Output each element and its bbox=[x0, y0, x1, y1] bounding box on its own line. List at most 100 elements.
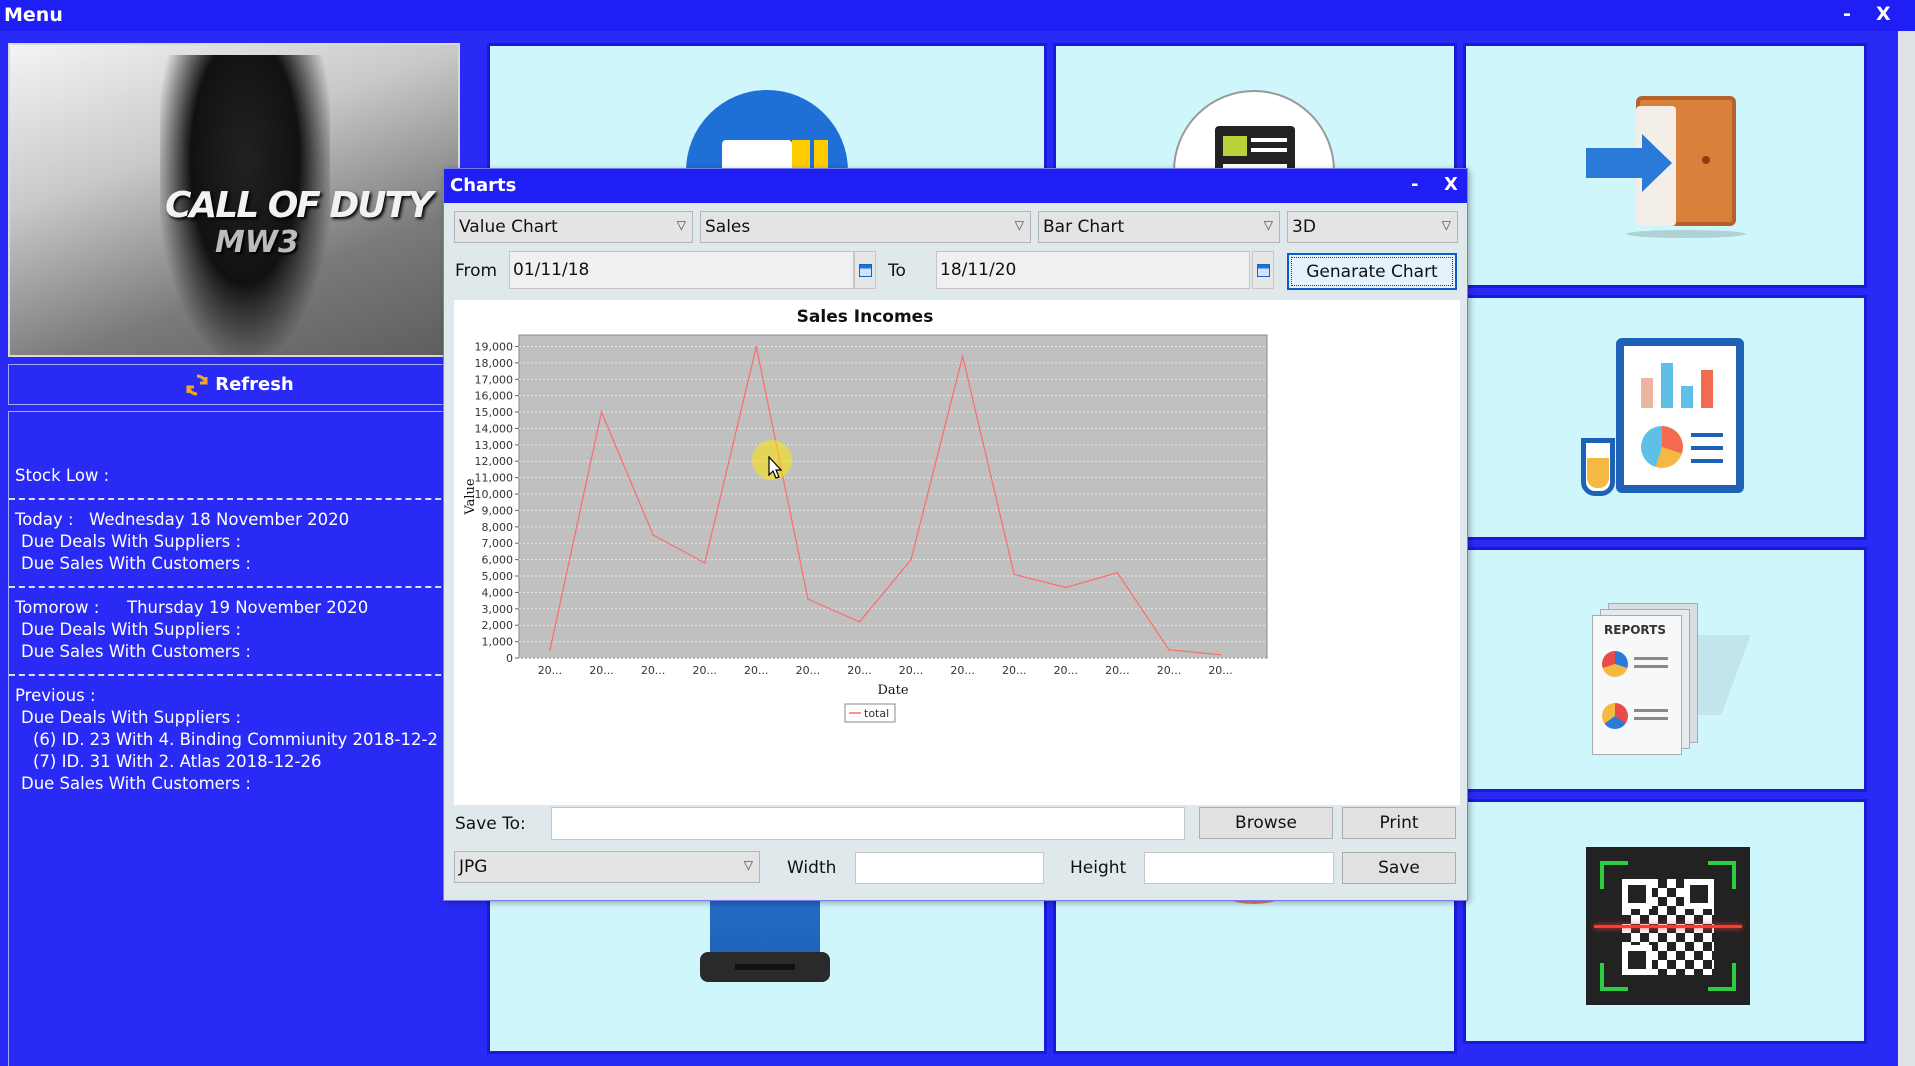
height-field[interactable] bbox=[1144, 852, 1334, 884]
reports-pages-icon: REPORTS bbox=[1586, 595, 1756, 755]
previous-label: Previous : bbox=[15, 686, 96, 705]
stock-low-label: Stock Low : bbox=[15, 466, 110, 485]
list-item: (7) ID. 31 With 2. Atlas 2018-12-26 bbox=[33, 752, 322, 771]
divider bbox=[9, 674, 461, 676]
width-label: Width bbox=[787, 858, 837, 878]
refresh-button[interactable]: Refresh bbox=[8, 364, 470, 405]
tomorrow-date: Thursday 19 November 2020 bbox=[127, 598, 369, 617]
chart-kind-value: Value Chart bbox=[459, 217, 558, 237]
tile-statistics[interactable] bbox=[1463, 295, 1867, 540]
cover-logo: CALL OF DUTY bbox=[165, 185, 433, 226]
save-to-label: Save To: bbox=[455, 814, 526, 834]
chart-type-select[interactable]: Bar Chart ▽ bbox=[1038, 211, 1280, 243]
calendar-icon bbox=[1257, 264, 1270, 277]
x-tick-label: 20... bbox=[950, 664, 975, 677]
refresh-label: Refresh bbox=[215, 374, 294, 395]
qr-code-icon bbox=[1586, 847, 1750, 1005]
y-tick-label: 7,000 bbox=[482, 537, 514, 550]
data-point bbox=[755, 345, 758, 348]
today-date: Wednesday 18 November 2020 bbox=[89, 510, 350, 529]
format-select[interactable]: JPG ▽ bbox=[454, 851, 760, 883]
x-tick-label: 20... bbox=[589, 664, 614, 677]
tile-reports[interactable]: REPORTS bbox=[1463, 547, 1867, 792]
dialog-minimize-button[interactable]: - bbox=[1411, 174, 1418, 195]
y-tick-label: 8,000 bbox=[482, 521, 514, 534]
data-point bbox=[858, 621, 861, 623]
dialog-title: Charts bbox=[450, 175, 517, 196]
x-tick-label: 20... bbox=[1002, 664, 1026, 677]
y-axis-label: Value bbox=[463, 478, 478, 515]
x-tick-label: 20... bbox=[692, 664, 717, 677]
chevron-down-icon: ▽ bbox=[676, 218, 686, 232]
to-date-field[interactable]: 18/11/20 bbox=[936, 251, 1250, 289]
window-title: Menu bbox=[4, 4, 63, 26]
x-tick-label: 20... bbox=[847, 664, 872, 677]
subject-value: Sales bbox=[705, 217, 751, 237]
chevron-down-icon: ▽ bbox=[1263, 218, 1273, 232]
y-tick-label: 1,000 bbox=[482, 636, 514, 649]
previous-due-suppliers: Due Deals With Suppliers : bbox=[21, 708, 242, 727]
mouse-pointer-icon bbox=[768, 456, 783, 479]
plot-area bbox=[518, 334, 1268, 659]
x-tick-label: 20... bbox=[1208, 664, 1233, 677]
dimension-select[interactable]: 3D ▽ bbox=[1287, 211, 1458, 243]
save-button[interactable]: Save bbox=[1342, 852, 1456, 884]
sales-chart: Sales Incomes 0 1,000 2,000 3,000 4,000 5,000 6… bbox=[463, 307, 1268, 723]
y-tick-label: 13,000 bbox=[475, 439, 514, 452]
vertical-scrollbar[interactable] bbox=[1898, 31, 1915, 1066]
print-label: Print bbox=[1379, 813, 1419, 833]
y-tick-label: 2,000 bbox=[482, 619, 514, 632]
close-button[interactable]: X bbox=[1876, 3, 1891, 25]
subject-select[interactable]: Sales ▽ bbox=[700, 211, 1031, 243]
chevron-down-icon: ▽ bbox=[1441, 218, 1451, 232]
x-tick-label: 20... bbox=[1105, 664, 1130, 677]
data-point bbox=[652, 534, 654, 536]
left-panel: CALL OF DUTY MW3 Refresh Stock Low : Tod… bbox=[0, 31, 470, 1066]
x-tick-label: 20... bbox=[796, 664, 821, 677]
y-tick-label: 9,000 bbox=[482, 504, 514, 517]
x-tick-label: 20... bbox=[1157, 664, 1182, 677]
chart-type-value: Bar Chart bbox=[1043, 217, 1125, 237]
charts-titlebar: Charts - X bbox=[444, 169, 1467, 203]
data-point bbox=[807, 598, 809, 600]
data-point bbox=[910, 558, 912, 561]
tomorrow-label: Tomorow : bbox=[15, 598, 100, 617]
generate-chart-button[interactable]: Genarate Chart bbox=[1287, 253, 1457, 290]
to-calendar-button[interactable] bbox=[1252, 251, 1274, 289]
x-tick-label: 20... bbox=[641, 664, 666, 677]
y-tick-label: 14,000 bbox=[475, 422, 514, 435]
tomorrow-due-customers: Due Sales With Customers : bbox=[21, 642, 251, 661]
tile-exit[interactable] bbox=[1463, 43, 1867, 288]
y-tick-label: 3,000 bbox=[482, 603, 514, 616]
tile-qr-code[interactable] bbox=[1463, 799, 1867, 1044]
width-field[interactable] bbox=[855, 852, 1044, 884]
from-calendar-button[interactable] bbox=[854, 251, 876, 289]
format-value: JPG bbox=[459, 857, 488, 877]
game-cover-image: CALL OF DUTY MW3 bbox=[8, 43, 460, 357]
y-tick-label: 6,000 bbox=[482, 554, 514, 567]
charts-dialog: Charts - X Value Chart ▽ Sales ▽ Bar Cha… bbox=[443, 168, 1468, 901]
print-button[interactable]: Print bbox=[1342, 807, 1456, 839]
today-label: Today : bbox=[15, 510, 74, 529]
y-tick-label: 11,000 bbox=[475, 472, 514, 485]
from-date-field[interactable]: 01/11/18 bbox=[509, 251, 854, 289]
save-to-field[interactable] bbox=[551, 807, 1185, 840]
main-titlebar: Menu - X bbox=[0, 0, 1915, 31]
to-label: To bbox=[888, 261, 906, 281]
data-point bbox=[1065, 586, 1067, 589]
browse-label: Browse bbox=[1235, 813, 1297, 833]
divider bbox=[9, 498, 461, 500]
data-point bbox=[1219, 653, 1222, 656]
today-due-suppliers: Due Deals With Suppliers : bbox=[21, 532, 242, 551]
chart-kind-select[interactable]: Value Chart ▽ bbox=[454, 211, 693, 243]
cover-logo-sub: MW3 bbox=[215, 225, 299, 260]
dimension-value: 3D bbox=[1292, 217, 1316, 237]
from-label: From bbox=[455, 261, 498, 281]
minimize-button[interactable]: - bbox=[1843, 3, 1851, 25]
data-point bbox=[1013, 573, 1016, 576]
y-tick-label: 0 bbox=[506, 652, 513, 665]
browse-button[interactable]: Browse bbox=[1199, 807, 1333, 839]
data-point bbox=[961, 355, 964, 358]
dialog-close-button[interactable]: X bbox=[1444, 174, 1458, 195]
data-point bbox=[1168, 649, 1170, 651]
